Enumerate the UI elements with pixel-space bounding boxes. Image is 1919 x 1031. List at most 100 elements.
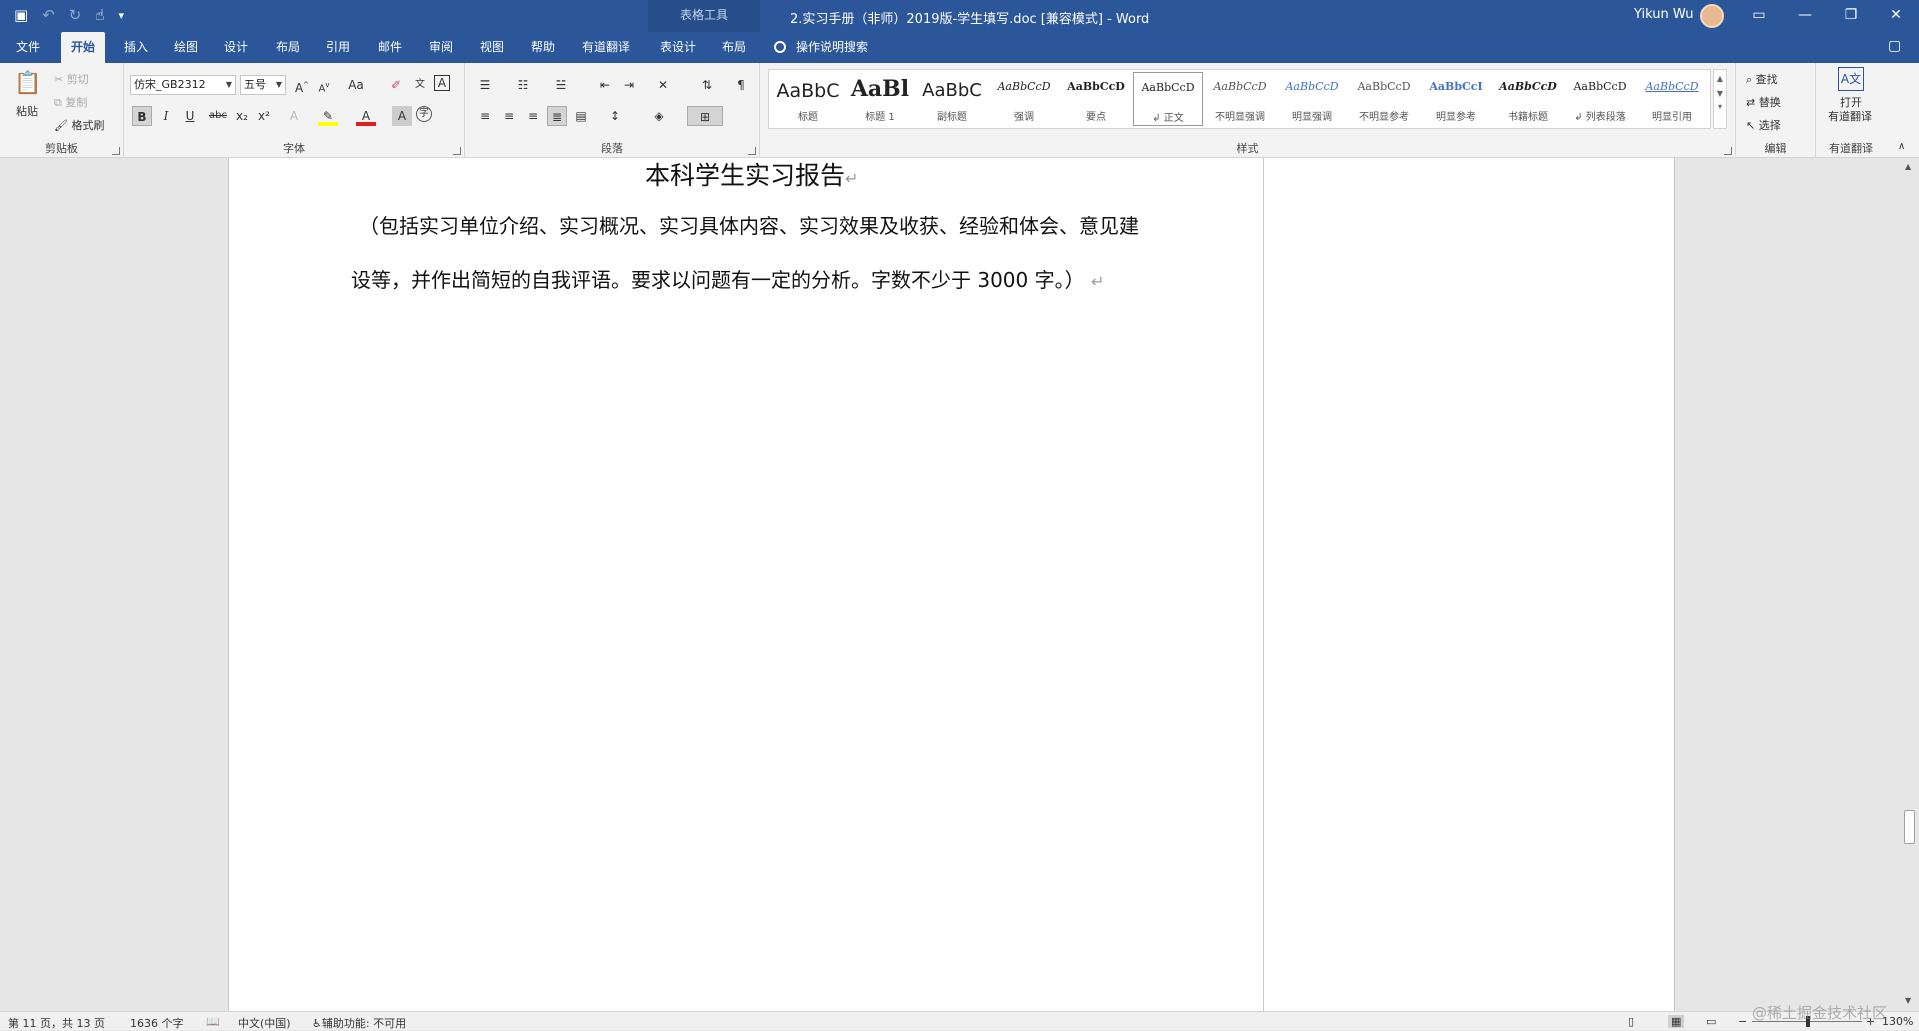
decrease-indent-icon[interactable]: ⇤ xyxy=(595,75,615,95)
show-marks-icon[interactable]: ¶ xyxy=(731,75,751,95)
select-button[interactable]: ↖ 选择 xyxy=(1746,117,1781,133)
highlight-icon[interactable]: ✎ xyxy=(318,106,338,126)
numbering-icon[interactable]: ☷ xyxy=(513,75,533,95)
body-text-line-2[interactable]: 设等，并作出简短的自我评语。要求以问题有一定的分析。字数不少于 3000 字。）… xyxy=(351,264,1104,293)
font-name-select[interactable]: 仿宋_GB2312 ▼ xyxy=(130,75,236,95)
avatar[interactable] xyxy=(1700,4,1724,28)
italic-button[interactable]: I xyxy=(156,106,176,126)
underline-button[interactable]: U xyxy=(180,106,200,126)
change-case-button[interactable]: Aa xyxy=(342,75,370,95)
distributed-icon[interactable]: ▤ xyxy=(571,106,591,126)
tab-layout[interactable]: 布局 xyxy=(266,32,310,63)
sort-icon[interactable]: ⇅ xyxy=(697,75,717,95)
paragraph-launcher-icon[interactable] xyxy=(748,147,756,155)
tab-help[interactable]: 帮助 xyxy=(521,32,565,63)
style-subtle-reference[interactable]: AaBbCcD 不明显参考 xyxy=(1349,72,1419,126)
word-count[interactable]: 1636 个字 xyxy=(130,1015,184,1031)
format-painter-button[interactable]: 🖌 格式刷 xyxy=(54,117,104,133)
scroll-thumb[interactable] xyxy=(1904,810,1915,844)
line-spacing-icon[interactable]: ↕ xyxy=(605,106,625,126)
align-center-icon[interactable]: ≡ xyxy=(499,106,519,126)
styles-launcher-icon[interactable] xyxy=(1724,147,1732,155)
scroll-up-icon[interactable]: ▲ xyxy=(1905,162,1911,171)
comments-icon[interactable]: ▢ xyxy=(1888,38,1901,54)
paste-icon[interactable]: 📋 xyxy=(14,71,41,96)
accessibility-status[interactable]: ♿辅助功能: 不可用 xyxy=(312,1015,406,1031)
style-subtle-emphasis[interactable]: AaBbCcD 不明显强调 xyxy=(1205,72,1275,126)
strikethrough-button[interactable]: abc xyxy=(208,106,228,126)
cut-button[interactable]: ✂ 剪切 xyxy=(54,71,89,87)
style-subtitle[interactable]: AaBbC 副标题 xyxy=(917,72,987,126)
scroll-down-icon[interactable]: ▼ xyxy=(1905,996,1911,1005)
tab-design[interactable]: 设计 xyxy=(214,32,258,63)
multilevel-list-icon[interactable]: ☱ xyxy=(551,75,571,95)
clear-formatting-icon[interactable]: ✐ xyxy=(386,75,406,95)
style-heading-1[interactable]: AaBl 标题 1 xyxy=(845,72,915,126)
find-button[interactable]: ⌕ 查找 xyxy=(1746,71,1778,87)
subscript-button[interactable]: x₂ xyxy=(232,106,252,126)
proofing-icon[interactable]: 📖 xyxy=(206,1015,220,1028)
asian-layout-icon[interactable]: ✕ xyxy=(653,75,673,95)
collapse-ribbon-icon[interactable]: ∧ xyxy=(1898,141,1905,152)
grow-font-icon[interactable]: A^ xyxy=(292,75,312,95)
style-intense-reference[interactable]: AaBbCcI 明显参考 xyxy=(1421,72,1491,126)
user-name[interactable]: Yikun Wu xyxy=(1634,7,1693,22)
style-normal[interactable]: AaBbCcD ↲ 正文 xyxy=(1133,72,1203,126)
web-layout-icon[interactable]: ▭ xyxy=(1706,1015,1716,1028)
character-border-icon[interactable]: A xyxy=(434,75,450,91)
ribbon-display-options-icon[interactable]: ▭ xyxy=(1736,0,1782,32)
body-text-line-1[interactable]: （包括实习单位介绍、实习概况、实习具体内容、实习效果及收获、经验和体会、意见建 xyxy=(359,210,1139,239)
touch-mode-icon[interactable]: ☝ xyxy=(95,6,104,24)
close-icon[interactable]: ✕ xyxy=(1873,0,1919,32)
replace-button[interactable]: ⇄ 替换 xyxy=(1746,94,1781,110)
text-effects-icon[interactable]: A xyxy=(284,106,304,126)
tell-me-search[interactable]: 操作说明搜索 xyxy=(774,32,868,63)
tab-youdao[interactable]: 有道翻译 xyxy=(572,32,640,63)
style-list-paragraph[interactable]: AaBbCcD ↲ 列表段落 xyxy=(1565,72,1635,126)
tab-view[interactable]: 视图 xyxy=(470,32,514,63)
tab-review[interactable]: 审阅 xyxy=(419,32,463,63)
style-emphasis[interactable]: AaBbCcD 强调 xyxy=(989,72,1059,126)
redo-icon[interactable]: ↻ xyxy=(69,6,82,24)
increase-indent-icon[interactable]: ⇥ xyxy=(619,75,639,95)
superscript-button[interactable]: x² xyxy=(254,106,274,126)
read-mode-icon[interactable]: ▯ xyxy=(1628,1015,1634,1028)
font-launcher-icon[interactable] xyxy=(453,147,461,155)
font-size-select[interactable]: 五号 ▼ xyxy=(240,75,286,95)
undo-icon[interactable]: ↶ xyxy=(42,6,55,24)
print-layout-icon[interactable]: ▦ xyxy=(1668,1015,1685,1028)
tab-table-design[interactable]: 表设计 xyxy=(650,32,706,63)
font-color-icon[interactable]: A xyxy=(356,106,376,126)
gallery-scroll-buttons[interactable]: ▲ ▼ ▾ xyxy=(1713,69,1727,129)
customize-qat-icon[interactable]: ▾ xyxy=(118,9,124,22)
vertical-scrollbar[interactable]: ▲ ▼ xyxy=(1900,158,1919,1011)
enclose-characters-icon[interactable]: 字 xyxy=(416,106,432,122)
style-title[interactable]: AaBbC 标题 xyxy=(773,72,843,126)
style-strong[interactable]: AaBbCcD 要点 xyxy=(1061,72,1131,126)
zoom-out-icon[interactable]: − xyxy=(1738,1015,1747,1028)
paste-button[interactable]: 粘贴 xyxy=(16,103,38,119)
borders-icon[interactable]: ⊞ xyxy=(687,106,723,126)
style-intense-emphasis[interactable]: AaBbCcD 明显强调 xyxy=(1277,72,1347,126)
clipboard-launcher-icon[interactable] xyxy=(112,147,120,155)
minimize-icon[interactable]: — xyxy=(1782,0,1828,32)
align-left-icon[interactable]: ≡ xyxy=(475,106,495,126)
character-shading-icon[interactable]: A xyxy=(392,106,412,126)
report-title[interactable]: 本科学生实习报告↵ xyxy=(645,158,858,192)
tab-home[interactable]: 开始 xyxy=(61,32,106,63)
phonetic-guide-icon[interactable]: 文 xyxy=(410,75,430,95)
language-indicator[interactable]: 中文(中国) xyxy=(238,1015,291,1031)
page-count[interactable]: 第 11 页，共 13 页 xyxy=(8,1015,105,1031)
restore-icon[interactable]: ❐ xyxy=(1828,0,1874,32)
bold-button[interactable]: B xyxy=(132,106,152,126)
save-icon[interactable]: ▣ xyxy=(14,6,28,24)
tab-insert[interactable]: 插入 xyxy=(114,32,158,63)
document-page[interactable]: 本科学生实习报告↵ （包括实习单位介绍、实习概况、实习具体内容、实习效果及收获、… xyxy=(228,158,1675,1011)
tab-draw[interactable]: 绘图 xyxy=(164,32,208,63)
tab-table-layout[interactable]: 布局 xyxy=(712,32,756,63)
tab-file[interactable]: 文件 xyxy=(6,32,50,63)
tab-references[interactable]: 引用 xyxy=(316,32,360,63)
tab-mailings[interactable]: 邮件 xyxy=(368,32,412,63)
document-area[interactable]: 本科学生实习报告↵ （包括实习单位介绍、实习概况、实习具体内容、实习效果及收获、… xyxy=(0,158,1900,1011)
open-youdao-line2[interactable]: 有道翻译 xyxy=(1828,108,1872,124)
